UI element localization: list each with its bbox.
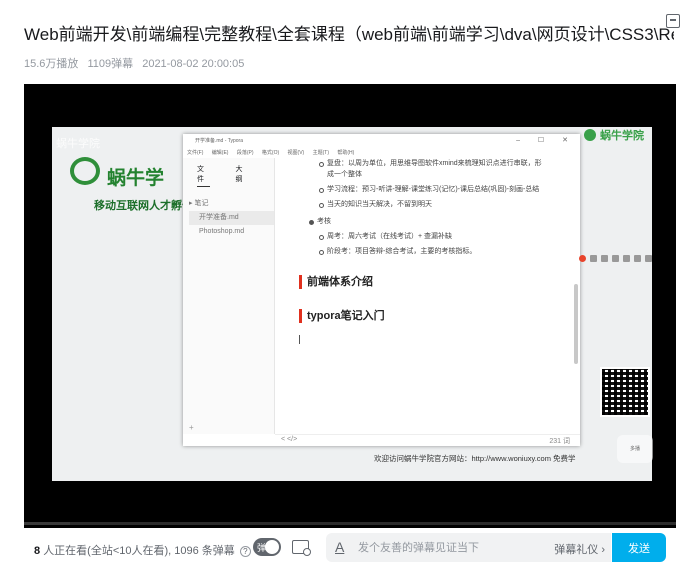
help-icon[interactable]: ?	[239, 545, 251, 557]
typora-window: 开学准备.md - Typora – ☐ ✕ 文件(F) 编辑(E) 段落(P)…	[183, 134, 580, 446]
share-icon	[612, 255, 619, 262]
menu-format: 格式(O)	[261, 150, 280, 156]
danmaku-settings-icon[interactable]	[292, 540, 311, 556]
share-icon	[645, 255, 652, 262]
video-watermark: 蜗牛学院	[56, 138, 100, 150]
menu-file: 文件(F)	[187, 150, 204, 156]
video-frame: 蜗牛学院 蜗牛学院 蜗牛学 移动互联网人才孵化 开学准备.md - Typora…	[52, 127, 653, 481]
file-item: 开学准备.md	[189, 211, 274, 225]
publish-date: 2021-08-02 20:00:05	[142, 58, 245, 70]
folder-notes: ▸ 笔记	[189, 200, 209, 207]
file-item: Photoshop.md	[199, 228, 245, 235]
doc-bullet: 当天的知识当天解决，不留到明天	[283, 199, 573, 210]
brand-slogan: 移动互联网人才孵化	[94, 200, 193, 212]
video-meta: 15.6万播放 1109弹幕 2021-08-02 20:00:05	[24, 55, 250, 71]
share-icon	[623, 255, 630, 262]
qr-code	[600, 367, 650, 417]
doc-text: 成一个整体	[327, 171, 362, 178]
doc-bullet: 阶段考：项目答辩-综合考试，主要的考核指标。	[283, 246, 573, 257]
typora-scrollbar	[574, 284, 578, 364]
progress-fill	[24, 522, 70, 525]
share-icon	[601, 255, 608, 262]
video-page: Web前端开发\前端编程\完整教程\全套课程（web前端\前端学习\dva\网页…	[0, 0, 700, 571]
menu-theme: 主题(T)	[312, 150, 329, 156]
brand-logo-left: 蜗牛学	[107, 168, 165, 189]
menu-help: 帮助(H)	[337, 150, 355, 156]
share-icon	[590, 255, 597, 262]
tv-logo-icon: 多播	[617, 435, 653, 463]
snail-logo-icon	[584, 129, 596, 141]
add-file-icon: +	[189, 423, 194, 432]
menu-paragraph: 段落(P)	[236, 150, 254, 156]
text-cursor	[299, 335, 300, 344]
website-banner: 欢迎访问蜗牛学院官方网站：http://www.woniuxy.com 免费学	[374, 454, 576, 463]
danmaku-count: 1109弹幕	[87, 58, 134, 70]
video-player[interactable]: 蜗牛学院 蜗牛学院 蜗牛学 移动互联网人才孵化 开学准备.md - Typora…	[24, 84, 676, 528]
video-title[interactable]: Web前端开发\前端编程\完整教程\全套课程（web前端\前端学习\dva\网页…	[24, 24, 674, 46]
social-icons	[579, 255, 656, 262]
danmaku-style-icon[interactable]: A	[335, 539, 344, 555]
window-controls: – ☐ ✕	[516, 137, 576, 144]
menu-view: 视图(V)	[287, 150, 305, 156]
typora-menubar: 文件(F) 编辑(E) 段落(P) 格式(O) 视图(V) 主题(T) 帮助(H…	[183, 148, 580, 158]
weibo-icon	[579, 255, 586, 262]
typora-document: 复盘：以周为单位，用思维导图软件xmind来梳理知识点进行串联，形 成一个整体 …	[283, 158, 573, 434]
viewer-count: 8 人正在看(全站<10人在看), 1096 条弹幕 ?	[34, 542, 251, 558]
danmaku-toggle[interactable]: 弹	[253, 538, 281, 556]
doc-bullet: 周考：周六考试（在线考试）+ 查漏补缺	[283, 231, 573, 242]
danmaku-bar: 8 人正在看(全站<10人在看), 1096 条弹幕 ? 弹 A 弹幕礼仪 › …	[24, 533, 676, 565]
brand-logo-right: 蜗牛学院	[584, 127, 644, 143]
doc-bullet: 考核	[283, 216, 573, 227]
doc-heading: typora笔记入门	[299, 309, 573, 323]
typora-statusbar: < </> 231 词	[275, 434, 580, 446]
danmaku-input[interactable]	[358, 538, 538, 557]
tab-files: 文件	[197, 164, 210, 187]
source-mode-toggle: < </>	[281, 436, 298, 443]
send-button[interactable]: 发送	[612, 533, 666, 562]
snail-icon	[70, 157, 100, 185]
word-count: 231 词	[549, 438, 570, 445]
progress-bar[interactable]	[24, 522, 676, 525]
menu-edit: 编辑(E)	[211, 150, 229, 156]
tab-outline: 大纲	[235, 166, 243, 183]
typora-titlebar: 开学准备.md - Typora – ☐ ✕	[183, 134, 580, 148]
exit-icon[interactable]	[666, 14, 680, 28]
doc-bullet: 学习流程：预习-听讲-理解-课堂练习(记忆)-课后总结(巩固)-刻画-总结	[283, 184, 573, 195]
doc-heading: 前端体系介绍	[299, 275, 573, 289]
danmaku-input-box: A 弹幕礼仪 ›	[326, 533, 611, 562]
share-icon	[634, 255, 641, 262]
typora-sidebar: 文件 大纲 ▸ 笔记 开学准备.md Photoshop.md +	[183, 158, 275, 434]
doc-bullet: 复盘：以周为单位，用思维导图软件xmind来梳理知识点进行串联，形	[283, 158, 573, 169]
view-count: 15.6万播放	[24, 58, 79, 70]
danmaku-etiquette-link[interactable]: 弹幕礼仪 ›	[554, 541, 605, 557]
